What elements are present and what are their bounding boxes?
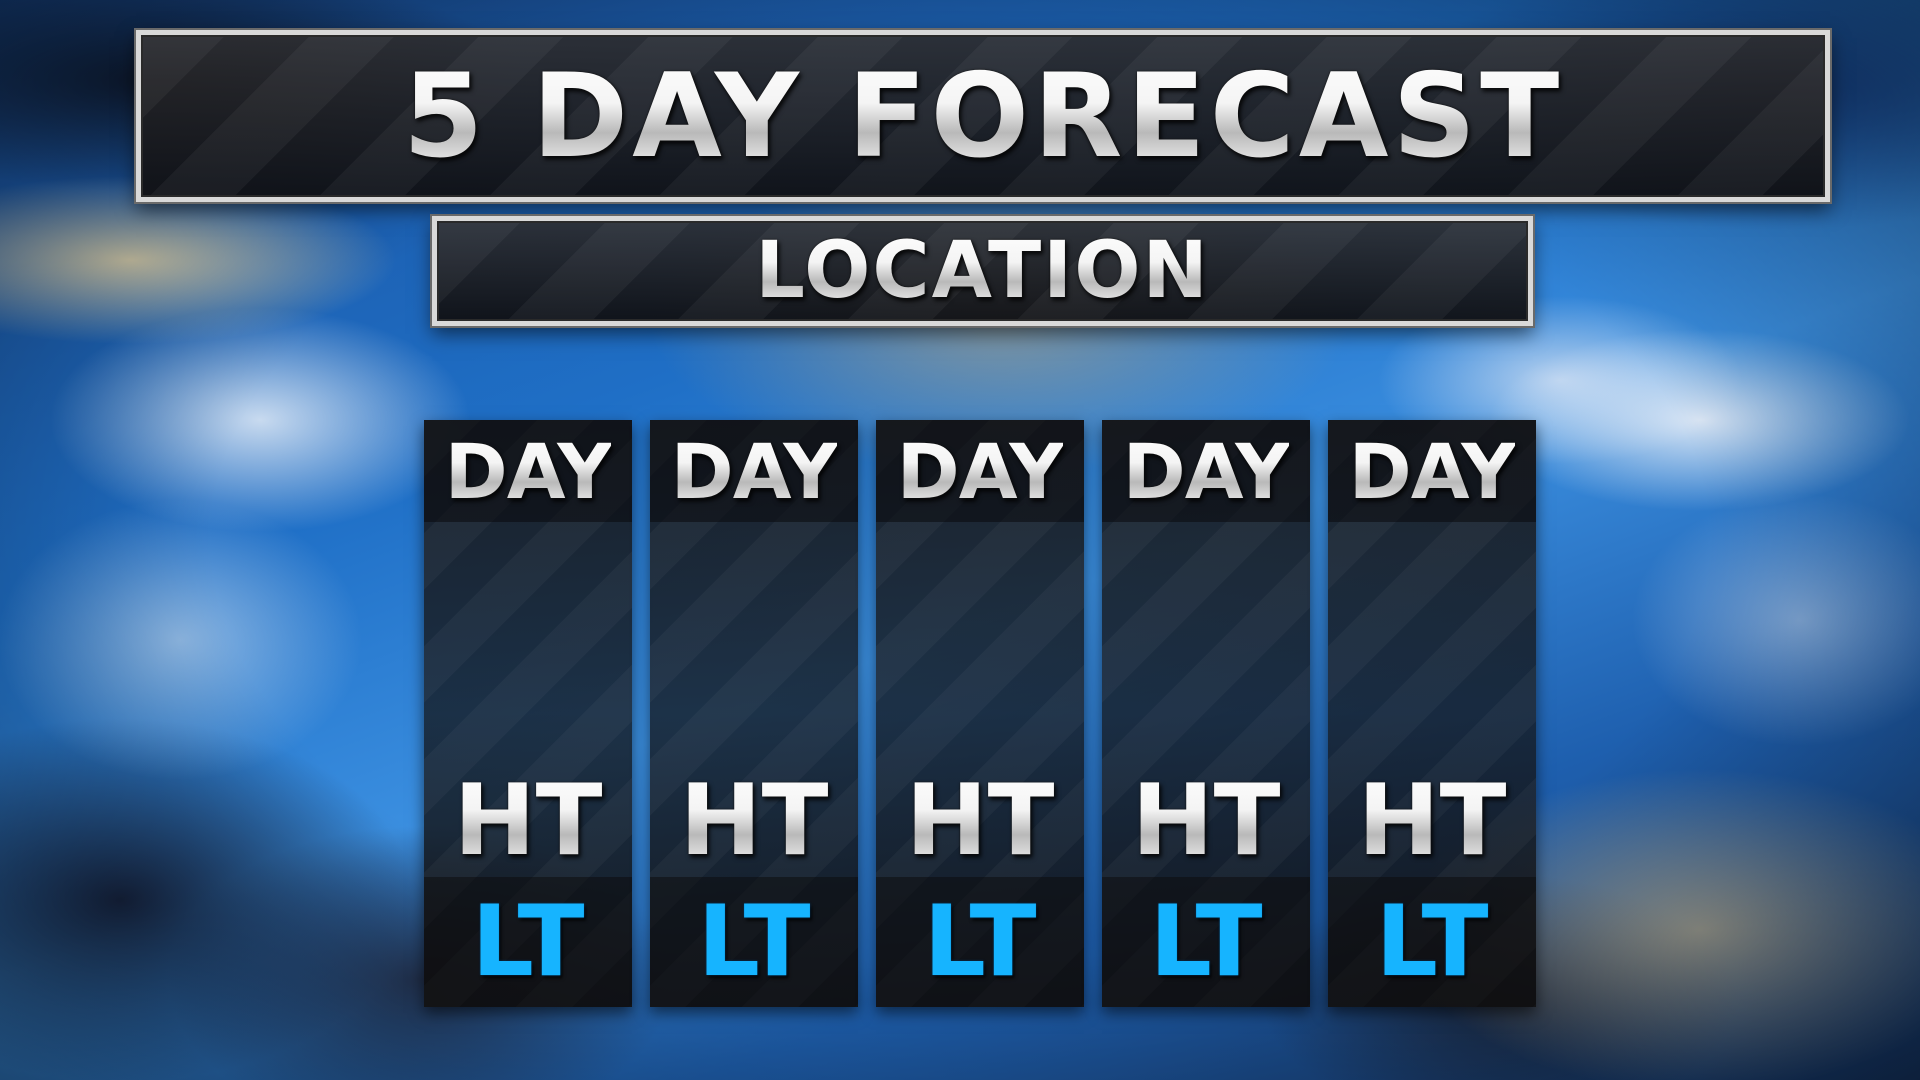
day-label: DAY	[670, 426, 839, 516]
low-temp-row: LT	[1328, 877, 1536, 1007]
forecast-day-3: DAY HT LT	[876, 420, 1084, 1007]
low-temp: LT	[471, 885, 585, 999]
day-header: DAY	[1102, 420, 1310, 522]
high-temp-row: HT	[876, 764, 1084, 878]
high-temp-row: HT	[650, 764, 858, 878]
forecast-day-4: DAY HT LT	[1102, 420, 1310, 1007]
day-header: DAY	[650, 420, 858, 522]
low-temp-row: LT	[876, 877, 1084, 1007]
high-temp-row: HT	[1328, 764, 1536, 878]
high-temp-row: HT	[1102, 764, 1310, 878]
forecast-day-5: DAY HT LT	[1328, 420, 1536, 1007]
high-temp-row: HT	[424, 764, 632, 878]
high-temp: HT	[679, 764, 829, 878]
day-label: DAY	[1122, 426, 1291, 516]
day-label: DAY	[444, 426, 613, 516]
high-temp: HT	[453, 764, 603, 878]
low-temp: LT	[1149, 885, 1263, 999]
high-temp: HT	[1357, 764, 1507, 878]
low-temp: LT	[697, 885, 811, 999]
title-banner: 5 DAY FORECAST	[136, 30, 1830, 202]
forecast-day-2: DAY HT LT	[650, 420, 858, 1007]
low-temp: LT	[1375, 885, 1489, 999]
high-temp: HT	[905, 764, 1055, 878]
forecast-title: 5 DAY FORECAST	[402, 48, 1564, 184]
day-header: DAY	[1328, 420, 1536, 522]
location-banner: LOCATION	[432, 216, 1533, 326]
forecast-day-1: DAY HT LT	[424, 420, 632, 1007]
day-label: DAY	[1348, 426, 1517, 516]
day-label: DAY	[896, 426, 1065, 516]
low-temp-row: LT	[1102, 877, 1310, 1007]
low-temp: LT	[923, 885, 1037, 999]
low-temp-row: LT	[424, 877, 632, 1007]
day-header: DAY	[876, 420, 1084, 522]
low-temp-row: LT	[650, 877, 858, 1007]
day-header: DAY	[424, 420, 632, 522]
location-label: LOCATION	[755, 226, 1210, 316]
high-temp: HT	[1131, 764, 1281, 878]
